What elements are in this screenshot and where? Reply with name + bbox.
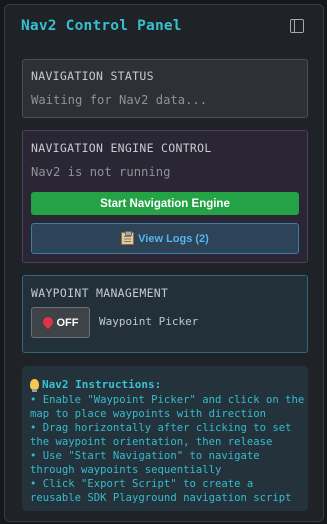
pushpin-icon [40, 314, 55, 329]
view-logs-button[interactable]: View Logs (2) [31, 223, 299, 254]
instructions-title: Nav2 Instructions: [30, 378, 162, 392]
navigation-status-card: NAVIGATION STATUS Waiting for Nav2 data.… [22, 59, 308, 118]
panel-header: Nav2 Control Panel [5, 5, 323, 49]
navigation-engine-label: NAVIGATION ENGINE CONTROL [31, 141, 212, 155]
instructions-title-text: Nav2 Instructions: [42, 378, 162, 391]
waypoint-picker-label: Waypoint Picker [99, 315, 199, 328]
instruction-item: • Enable "Waypoint Picker" and click on … [30, 394, 305, 420]
navigation-status-text: Waiting for Nav2 data... [31, 93, 208, 107]
instruction-item: • Click "Export Script" to create a reus… [30, 478, 292, 504]
navigation-engine-card: NAVIGATION ENGINE CONTROL Nav2 is not ru… [22, 130, 308, 263]
waypoint-toggle-label: OFF [56, 316, 79, 329]
instruction-item: • Drag horizontally after clicking to se… [30, 422, 292, 448]
panel-title: Nav2 Control Panel [21, 18, 182, 34]
navigation-status-label: NAVIGATION STATUS [31, 69, 154, 83]
lightbulb-icon [30, 379, 39, 392]
waypoint-management-label: WAYPOINT MANAGEMENT [31, 286, 169, 300]
waypoint-management-card: WAYPOINT MANAGEMENT OFF Waypoint Picker [22, 275, 308, 353]
start-navigation-engine-button[interactable]: Start Navigation Engine [31, 192, 299, 215]
sidebar-toggle-icon[interactable] [290, 19, 304, 33]
waypoint-picker-toggle[interactable]: OFF [31, 307, 90, 338]
view-logs-label: View Logs (2) [138, 232, 209, 245]
instructions-list: • Enable "Waypoint Picker" and click on … [30, 393, 306, 505]
engine-status-text: Nav2 is not running [31, 165, 171, 179]
instructions-box: Nav2 Instructions: • Enable "Waypoint Pi… [22, 366, 308, 511]
nav2-control-panel: Nav2 Control Panel NAVIGATION STATUS Wai… [4, 4, 324, 522]
clipboard-icon [121, 231, 135, 245]
instruction-item: • Use "Start Navigation" to navigate thr… [30, 450, 260, 476]
